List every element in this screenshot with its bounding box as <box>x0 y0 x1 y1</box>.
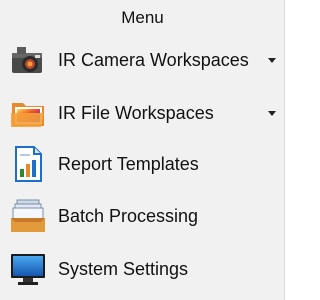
menu-panel: Menu IR Camera Workspaces IR File Worksp… <box>0 0 285 300</box>
report-chart-icon <box>8 144 48 184</box>
menu-item-label: Report Templates <box>58 153 199 174</box>
ir-camera-icon <box>8 40 48 80</box>
menu-item-label: IR File Workspaces <box>58 102 214 123</box>
menu-title: Menu <box>121 8 164 27</box>
menu-item-ir-camera-workspaces[interactable]: IR Camera Workspaces <box>8 39 280 81</box>
menu-item-ir-file-workspaces[interactable]: IR File Workspaces <box>8 92 280 134</box>
menu-item-label: IR Camera Workspaces <box>58 49 249 70</box>
monitor-icon <box>8 249 48 289</box>
ir-file-folder-icon <box>8 93 48 133</box>
batch-stack-icon <box>8 196 48 236</box>
menu-item-batch-processing[interactable]: Batch Processing <box>8 195 280 237</box>
menu-item-system-settings[interactable]: System Settings <box>8 248 280 290</box>
chevron-down-icon[interactable] <box>268 58 276 63</box>
menu-item-report-templates[interactable]: Report Templates <box>8 143 280 185</box>
menu-item-label: System Settings <box>58 258 189 279</box>
menu-item-label: Batch Processing <box>58 205 199 226</box>
chevron-down-icon[interactable] <box>268 111 276 116</box>
